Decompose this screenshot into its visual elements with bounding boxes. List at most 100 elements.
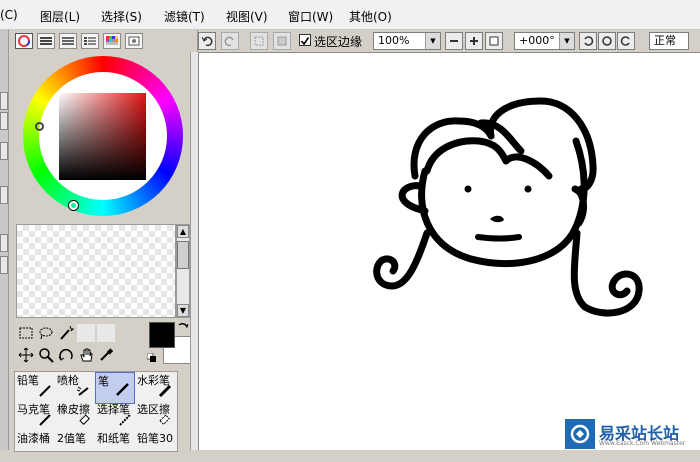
menu-select[interactable]: 选择(S) xyxy=(101,8,142,25)
right-eye xyxy=(524,185,532,193)
select-eraser-icon xyxy=(158,413,172,430)
dock-handle[interactable] xyxy=(0,92,8,110)
move-icon[interactable] xyxy=(17,346,35,364)
brush-pen[interactable]: 笔 xyxy=(95,372,135,404)
swap-colors-icon[interactable] xyxy=(177,321,189,336)
rotate-ccw-icon[interactable] xyxy=(579,32,597,50)
selection-edge-label: 选区边缘 xyxy=(314,35,363,49)
left-eye xyxy=(464,185,472,193)
rect-select-icon[interactable] xyxy=(17,324,35,342)
menu-view[interactable]: 视图(V) xyxy=(226,8,268,25)
blend-mode-select[interactable]: 正常 xyxy=(649,32,689,50)
brush-pencil-30[interactable]: 铅笔30 xyxy=(135,430,175,462)
zoom-reset-icon[interactable] xyxy=(485,32,503,50)
tool-panel: ▲ ▼ 铅笔 喷枪 笔 水彩笔 马克笔 橡皮擦 选择笔 选区擦 油漆桶 2值笔 … xyxy=(9,30,200,452)
hue-wheel[interactable] xyxy=(23,56,183,216)
scroll-thumb[interactable] xyxy=(177,241,189,269)
brush-label: 笔 xyxy=(98,375,109,388)
brush-washi-pen[interactable]: 和纸笔 xyxy=(95,430,135,462)
blend-mode-value: 正常 xyxy=(654,34,676,47)
canvas-toolbar: 选区边缘 100% ▼ +000° ▼ 正常 xyxy=(198,30,700,52)
dock-handle[interactable] xyxy=(0,234,8,252)
hair-strand xyxy=(423,137,553,180)
brush-airbrush[interactable]: 喷枪 xyxy=(55,372,95,404)
deselect-icon[interactable] xyxy=(250,32,268,50)
rotation-select[interactable]: +000° ▼ xyxy=(514,32,575,50)
drawing-canvas[interactable] xyxy=(198,52,700,450)
hair-outline xyxy=(410,97,597,193)
brush-label: 油漆桶 xyxy=(17,432,50,445)
foreground-color-swatch[interactable] xyxy=(149,322,175,348)
menu-other[interactable]: 其他(O) xyxy=(349,8,392,25)
brush-binary-pen[interactable]: 2值笔 xyxy=(55,430,95,462)
left-dock-strip xyxy=(0,30,9,450)
brush-bucket[interactable]: 油漆桶 xyxy=(15,430,55,462)
hand-icon[interactable] xyxy=(77,346,95,364)
select-pen-icon xyxy=(118,413,132,430)
brush-eraser[interactable]: 橡皮擦 xyxy=(55,401,95,433)
color-wheel-tab-icon[interactable] xyxy=(15,33,33,49)
dock-handle[interactable] xyxy=(0,256,8,274)
saturation-value-square[interactable] xyxy=(59,93,146,180)
selection-edge-checkbox[interactable] xyxy=(299,34,311,46)
rotation-value: +000° xyxy=(519,34,555,47)
rotate-icon[interactable] xyxy=(57,346,75,364)
swatch-tab-icon[interactable] xyxy=(103,33,121,49)
invert-selection-icon[interactable] xyxy=(273,32,291,50)
zoom-out-icon[interactable] xyxy=(445,32,463,50)
brush-pencil[interactable]: 铅笔 xyxy=(15,372,55,404)
brush-select-eraser[interactable]: 选区擦 xyxy=(135,401,175,433)
dock-handle[interactable] xyxy=(0,142,8,160)
dock-handle[interactable] xyxy=(0,112,8,130)
redo-icon[interactable] xyxy=(221,32,239,50)
menu-layer[interactable]: 图层(L) xyxy=(40,8,80,25)
color-indicator xyxy=(145,320,195,366)
watermark-url: Www.Easck.Com Webmaster xyxy=(599,440,686,447)
zoom-icon[interactable] xyxy=(37,346,55,364)
mouth xyxy=(475,234,522,242)
right-curl xyxy=(570,229,643,317)
hue-marker[interactable] xyxy=(35,122,44,131)
pencil-icon xyxy=(38,384,52,401)
zoom-in-icon[interactable] xyxy=(465,32,483,50)
rotate-cw-icon[interactable] xyxy=(617,32,635,50)
rotate-reset-icon[interactable] xyxy=(598,32,616,50)
rgb-sliders-tab-icon[interactable] xyxy=(37,33,55,49)
zoom-value: 100% xyxy=(378,34,410,47)
scroll-up-arrow-icon[interactable]: ▲ xyxy=(177,225,189,238)
chevron-down-icon[interactable]: ▼ xyxy=(559,33,574,49)
scroll-down-arrow-icon[interactable]: ▼ xyxy=(177,304,189,317)
menu-canvas[interactable]: (C) xyxy=(0,8,18,22)
sv-marker[interactable] xyxy=(69,201,78,210)
brush-marker[interactable]: 马克笔 xyxy=(15,401,55,433)
brush-watercolor[interactable]: 水彩笔 xyxy=(135,372,175,404)
brush-label: 2值笔 xyxy=(57,432,86,445)
scratch-swatch-area[interactable] xyxy=(16,224,176,318)
brush-tool-grid: 铅笔 喷枪 笔 水彩笔 马克笔 橡皮擦 选择笔 选区擦 油漆桶 2值笔 和纸笔 … xyxy=(14,371,178,452)
nose xyxy=(490,215,504,223)
girl-face-drawing xyxy=(373,97,643,317)
brush-select-pen[interactable]: 选择笔 xyxy=(95,401,135,433)
dock-handle[interactable] xyxy=(0,186,8,204)
undo-icon[interactable] xyxy=(198,32,216,50)
site-watermark: 易采站长站 Www.Easck.Com Webmaster xyxy=(565,418,700,450)
chevron-down-icon[interactable]: ▼ xyxy=(425,33,440,49)
zoom-select[interactable]: 100% ▼ xyxy=(373,32,441,50)
menu-window[interactable]: 窗口(W) xyxy=(288,8,333,25)
magic-wand-icon[interactable] xyxy=(57,324,75,342)
menu-filter[interactable]: 滤镜(T) xyxy=(164,8,205,25)
reset-colors-icon[interactable] xyxy=(146,352,157,366)
swatch-scrollbar[interactable]: ▲ ▼ xyxy=(176,224,190,318)
site-logo-icon xyxy=(565,419,595,449)
airbrush-icon xyxy=(76,384,92,401)
brush-label: 铅笔 xyxy=(17,374,39,387)
lasso-icon[interactable] xyxy=(37,324,55,342)
eyedropper-icon[interactable] xyxy=(97,346,115,364)
scratchpad-tab-icon[interactable] xyxy=(125,33,143,49)
marker-icon xyxy=(38,413,52,430)
eraser-icon xyxy=(78,413,92,430)
brush-label: 和纸笔 xyxy=(97,432,130,445)
hsv-sliders-tab-icon[interactable] xyxy=(59,33,77,49)
mixer-tab-icon[interactable] xyxy=(81,33,99,49)
color-panel-tabs xyxy=(15,33,143,51)
